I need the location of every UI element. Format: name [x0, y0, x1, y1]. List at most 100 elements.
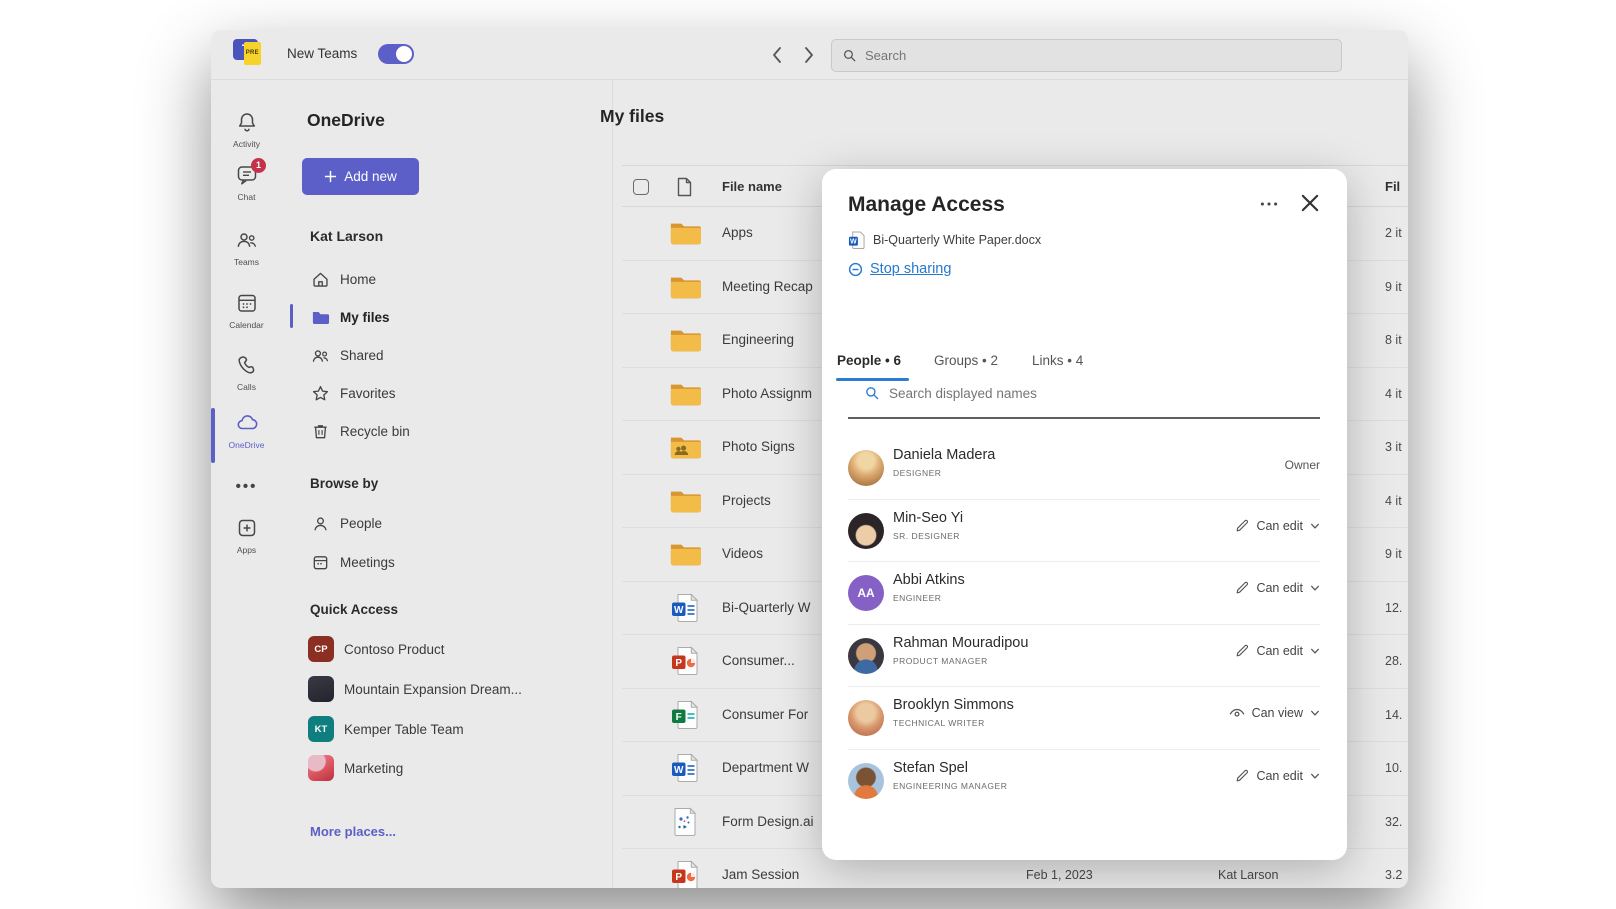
tab-links[interactable]: Links • 4: [1032, 353, 1083, 368]
folder-icon: [669, 272, 701, 302]
file-size: 8 it: [1385, 333, 1402, 347]
file-name-column-header[interactable]: File name: [722, 179, 782, 194]
quick-access-marketing[interactable]: Marketing: [302, 750, 602, 786]
person-role: DESIGNER: [893, 468, 941, 478]
tab-people[interactable]: People • 6: [837, 353, 901, 368]
more-places-link[interactable]: More places...: [310, 824, 396, 839]
permission-dropdown[interactable]: Can edit: [1235, 519, 1320, 533]
permission-label: Can edit: [1256, 769, 1303, 783]
rail-item-activity[interactable]: Activity: [211, 110, 282, 149]
close-icon[interactable]: [1300, 193, 1320, 213]
avatar: [848, 700, 884, 736]
quick-access-heading: Quick Access: [310, 602, 398, 617]
rail-item-calls[interactable]: Calls: [211, 353, 282, 392]
contoso-product-icon: CP: [308, 636, 334, 662]
folder-icon: [669, 218, 701, 248]
sidebar-item-meetings[interactable]: Meetings: [302, 547, 592, 577]
file-size: 3 it: [1385, 440, 1402, 454]
file-name: Department W: [722, 760, 809, 775]
sidebar-item-home[interactable]: Home: [302, 264, 592, 294]
global-search-input[interactable]: [865, 48, 1305, 63]
rail-more-button[interactable]: •••: [211, 478, 282, 496]
file-type-column-icon[interactable]: [675, 177, 693, 197]
add-new-button[interactable]: Add new: [302, 158, 419, 195]
file-size: 10.: [1385, 761, 1402, 775]
tab-groups[interactable]: Groups • 2: [934, 353, 998, 368]
quick-access-kemper-table-team[interactable]: KT Kemper Table Team: [302, 711, 602, 747]
search-icon: [842, 48, 857, 63]
rail-item-teams[interactable]: Teams: [211, 228, 282, 267]
permission-dropdown[interactable]: Can edit: [1235, 581, 1320, 595]
page-title: My files: [600, 106, 664, 127]
chevron-down-icon: [1310, 646, 1320, 656]
rail-label: Calls: [211, 382, 282, 392]
teams-logo-icon[interactable]: T PRE: [233, 39, 258, 60]
permission-dropdown[interactable]: Can edit: [1235, 769, 1320, 783]
dialog-more-icon[interactable]: [1258, 193, 1280, 215]
pencil-icon: [1235, 644, 1249, 658]
sidebar-item-favorites[interactable]: Favorites: [302, 378, 592, 408]
powerpoint-file-icon: [669, 860, 701, 888]
rail-item-chat[interactable]: 1 Chat: [211, 163, 282, 202]
file-modified-date: Feb 1, 2023: [1026, 868, 1093, 882]
person-row: AA Abbi Atkins ENGINEER Can edit: [848, 562, 1320, 625]
quick-access-contoso-product[interactable]: CP Contoso Product: [302, 631, 602, 667]
quick-access-mountain-expansion[interactable]: Mountain Expansion Dream...: [302, 671, 602, 707]
permission-dropdown[interactable]: Can edit: [1235, 644, 1320, 658]
person-name: Daniela Madera: [893, 447, 995, 463]
calendar-icon: [235, 291, 259, 315]
phone-icon: [235, 353, 259, 377]
trash-icon: [311, 422, 330, 441]
sidebar-item-shared[interactable]: Shared: [302, 340, 592, 370]
file-name: Videos: [722, 546, 763, 561]
file-size: 2 it: [1385, 226, 1402, 240]
word-file-icon: [669, 593, 701, 623]
rail-label: Chat: [211, 192, 282, 202]
select-all-checkbox[interactable]: [633, 179, 649, 195]
people-search-input[interactable]: [889, 386, 1189, 401]
dialog-title: Manage Access: [848, 193, 1005, 217]
rail-item-apps[interactable]: Apps: [211, 516, 282, 555]
word-file-icon: [848, 231, 865, 249]
stop-sharing-link[interactable]: Stop sharing: [848, 261, 951, 277]
home-icon: [311, 270, 330, 289]
new-teams-toggle[interactable]: [378, 44, 414, 64]
permission-label: Can edit: [1256, 644, 1303, 658]
illustrator-file-icon: [669, 807, 701, 837]
avatar: [848, 513, 884, 549]
person-icon: [311, 514, 330, 533]
kemper-table-team-icon: KT: [308, 716, 334, 742]
add-new-label: Add new: [344, 169, 397, 184]
back-arrow-icon[interactable]: [767, 43, 787, 67]
forward-arrow-icon[interactable]: [799, 43, 819, 67]
active-tab-indicator: [836, 378, 909, 381]
quick-access-label: Marketing: [344, 761, 403, 776]
file-name: Photo Assignm: [722, 386, 812, 401]
sidebar-item-my-files[interactable]: My files: [302, 302, 592, 332]
rail-item-calendar[interactable]: Calendar: [211, 291, 282, 330]
word-file-icon: [669, 753, 701, 783]
desktop-wallpaper: T PRE New Teams Activity 1 Chat: [0, 0, 1616, 909]
sidebar-item-people[interactable]: People: [302, 508, 592, 538]
permission-owner-label: Owner: [1285, 458, 1320, 472]
global-search[interactable]: [831, 39, 1342, 72]
permission-dropdown[interactable]: Can view: [1229, 706, 1320, 720]
person-role: ENGINEER: [893, 593, 941, 603]
chevron-down-icon: [1310, 583, 1320, 593]
person-role: SR. DESIGNER: [893, 531, 960, 541]
file-name: Form Design.ai: [722, 814, 814, 829]
folder-icon: [669, 539, 701, 569]
person-row: Daniela Madera DESIGNER Owner: [848, 437, 1320, 500]
people-search[interactable]: [864, 385, 1189, 401]
file-size: 9 it: [1385, 280, 1402, 294]
folder-icon: [669, 379, 701, 409]
sidebar-item-label: Recycle bin: [340, 424, 410, 439]
file-size-column-header[interactable]: Fil: [1385, 179, 1400, 194]
sidebar-item-label: My files: [340, 310, 390, 325]
browse-by-heading: Browse by: [310, 476, 378, 491]
rail-item-onedrive[interactable]: OneDrive: [211, 411, 282, 450]
file-size: 9 it: [1385, 547, 1402, 561]
sidebar-item-label: Home: [340, 272, 376, 287]
person-row: Min-Seo Yi SR. DESIGNER Can edit: [848, 500, 1320, 563]
sidebar-item-recycle-bin[interactable]: Recycle bin: [302, 416, 592, 446]
